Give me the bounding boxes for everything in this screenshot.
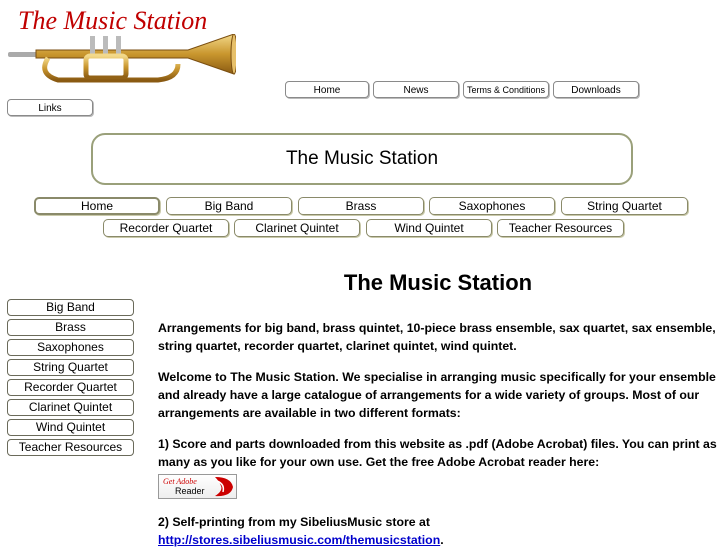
side-nav-big-band[interactable]: Big Band [7, 299, 134, 316]
main-nav-saxophones[interactable]: Saxophones [429, 197, 555, 215]
main-nav-clarinet-quintet[interactable]: Clarinet Quintet [234, 219, 360, 237]
side-nav-recorder-quartet[interactable]: Recorder Quartet [7, 379, 134, 396]
adobe-badge-line2: Reader [175, 486, 205, 496]
main-nav-big-band[interactable]: Big Band [166, 197, 292, 215]
format2-prefix: 2) Self-printing from my SibeliusMusic s… [158, 515, 430, 529]
side-nav-string-quartet[interactable]: String Quartet [7, 359, 134, 376]
main-nav-teacher-resources[interactable]: Teacher Resources [497, 219, 624, 237]
top-nav-terms[interactable]: Terms & Conditions [463, 81, 549, 98]
main-nav-home[interactable]: Home [34, 197, 160, 215]
intro-paragraph: Arrangements for big band, brass quintet… [158, 321, 716, 353]
main-nav-wind-quintet[interactable]: Wind Quintet [366, 219, 492, 237]
format2-paragraph: 2) Self-printing from my SibeliusMusic s… [158, 513, 723, 549]
side-nav-saxophones[interactable]: Saxophones [7, 339, 134, 356]
side-nav-teacher-resources[interactable]: Teacher Resources [7, 439, 134, 456]
format1-paragraph: 1) Score and parts downloaded from this … [158, 437, 717, 469]
site-logo-text: The Music Station [18, 6, 208, 35]
top-nav-downloads[interactable]: Downloads [553, 81, 639, 98]
side-nav-clarinet-quintet[interactable]: Clarinet Quintet [7, 399, 134, 416]
trumpet-image [8, 34, 236, 83]
main-nav-recorder-quartet[interactable]: Recorder Quartet [103, 219, 229, 237]
top-nav-home[interactable]: Home [285, 81, 369, 98]
side-nav-brass[interactable]: Brass [7, 319, 134, 336]
main-nav-brass[interactable]: Brass [298, 197, 424, 215]
top-nav-links[interactable]: Links [7, 99, 93, 116]
banner-title: The Music Station [91, 133, 633, 185]
top-nav-news[interactable]: News [373, 81, 459, 98]
adobe-badge-line1: Get Adobe [163, 477, 197, 486]
welcome-paragraph: Welcome to The Music Station. We special… [158, 370, 716, 420]
main-nav-string-quartet[interactable]: String Quartet [561, 197, 688, 215]
page-heading: The Music Station [343, 270, 533, 295]
adobe-reader-badge[interactable]: Get Adobe Reader [158, 474, 237, 499]
side-nav-wind-quintet[interactable]: Wind Quintet [7, 419, 134, 436]
